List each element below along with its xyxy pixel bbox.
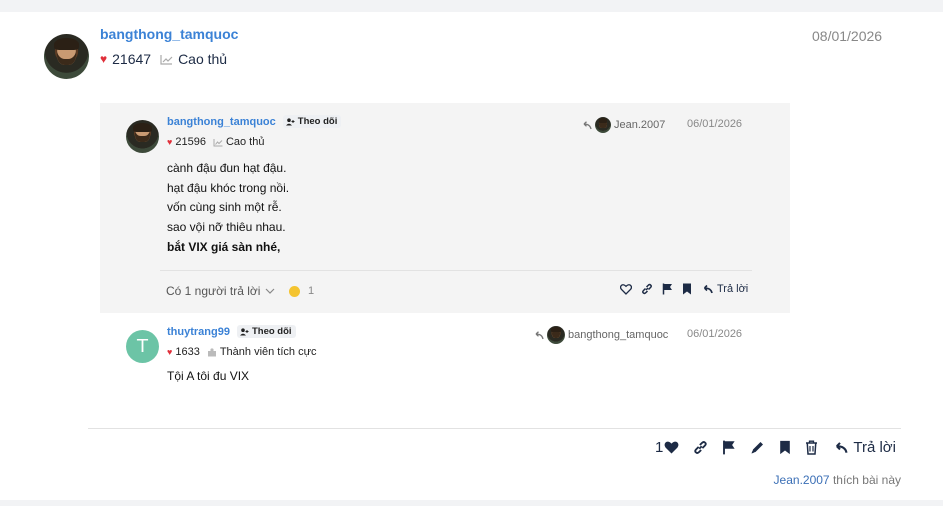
quote1-replies-label: Có 1 người trả lời [166,284,261,298]
post-card: bangthong_tamquoc ♥ 21647 Cao thủ 08/01/… [0,12,943,500]
trend-chart-icon [213,138,223,147]
quote1-follow-label: Theo dõi [297,116,338,127]
reply-arrow-icon [533,330,544,340]
quote1-username[interactable]: bangthong_tamquoc [167,116,276,128]
add-user-icon [285,117,295,125]
quote1-rank: Cao thủ [225,136,265,148]
quote2-reply-to-user[interactable]: bangthong_tamquoc [568,329,668,341]
link-icon[interactable] [693,440,708,455]
post-author-rank: Cao thủ [178,51,228,67]
quote1-follow-button[interactable]: Theo dõi [282,115,342,128]
quote1-header: bangthong_tamquoc Theo dõi [167,115,342,128]
quote2-date: 06/01/2026 [687,328,743,340]
post-author-stats: ♥ 21647 Cao thủ [100,51,227,67]
post-author-username[interactable]: bangthong_tamquoc [100,26,238,42]
reply-icon [836,442,848,453]
like-count: 1 [655,439,664,456]
quote1-reaction-count: 1 [308,285,315,297]
bookmark-icon[interactable] [682,283,692,295]
quote2-likes: 1633 [175,346,200,358]
trash-icon[interactable] [805,440,818,455]
reply-icon [703,284,713,294]
heart-icon: ♥ [167,347,173,357]
quoted-comment-1: bangthong_tamquoc Theo dõi ♥ 21596 Cao t… [100,103,790,313]
quote1-bold-line: bắt VIX giá sàn nhé, [167,239,281,254]
quote2-author-avatar[interactable]: T [126,330,159,363]
quote1-date: 06/01/2026 [687,118,743,130]
quote1-actions: Trả lời [620,283,748,295]
quote2-header: thuytrang99 Theo dõi [167,325,296,338]
heart-filled-icon [664,441,679,454]
heart-icon: ♥ [100,52,108,66]
quote1-likes: 21596 [175,136,206,148]
like-button[interactable]: 1 [655,439,679,456]
quote1-author-avatar[interactable] [126,120,159,153]
quote2-follow-button[interactable]: Theo dõi [236,325,296,338]
trend-chart-icon [160,54,173,65]
quote1-line: sao vội nỡ thiêu nhau. [167,220,286,235]
post-reply-button[interactable]: Trả lời [832,439,896,456]
quote2-reply-to[interactable]: bangthong_tamquoc [533,326,668,344]
bookmark-icon[interactable] [779,440,791,455]
post-actions: 1 Trả lời [655,439,896,456]
quote1-reply-label: Trả lời [717,283,749,295]
quote2-body: Tội A tôi đu VIX [167,369,250,383]
post-author-avatar[interactable] [44,34,89,79]
add-user-icon [239,327,249,335]
member-badge-icon [207,347,217,357]
smile-emoji-icon [289,285,300,297]
reply-arrow-icon [581,120,592,130]
flag-icon[interactable] [722,440,736,455]
quote1-reaction[interactable]: 1 [289,285,314,297]
quote1-divider [160,270,752,271]
post-author-likes: 21647 [112,51,152,67]
heart-icon: ♥ [167,137,173,147]
chevron-down-icon [265,288,275,294]
quote1-reply-button[interactable]: Trả lời [701,283,748,295]
quote2-username[interactable]: thuytrang99 [167,326,230,338]
post-footer-divider [88,428,901,429]
quote2-stats: ♥ 1633 Thành viên tích cực [167,346,316,358]
quote1-line: hạt đậu khóc trong nồi. [167,180,290,195]
quote1-replies-toggle[interactable]: Có 1 người trả lời [166,284,275,298]
quote1-stats: ♥ 21596 Cao thủ [167,136,264,148]
quote2-rank: Thành viên tích cực [219,346,317,358]
link-icon[interactable] [641,283,653,295]
quote1-reply-to[interactable]: Jean.2007 [581,117,665,133]
post-reply-label: Trả lời [853,439,896,456]
reply-to-avatar [547,326,565,344]
quote1-line: cành đậu đun hạt đậu. [167,161,287,175]
liked-by: Jean.2007 thích bài này [774,473,901,487]
heart-outline-icon[interactable] [620,283,632,295]
liked-by-suffix: thích bài này [832,473,901,487]
post-date: 08/01/2026 [812,28,883,44]
quote1-reply-to-user[interactable]: Jean.2007 [614,119,665,131]
flag-icon[interactable] [662,283,673,295]
edit-pencil-icon[interactable] [750,440,765,455]
reply-to-avatar [595,117,611,133]
quote1-body: cành đậu đun hạt đậu. hạt đậu khóc trong… [167,159,289,258]
liked-by-user[interactable]: Jean.2007 [774,473,830,487]
quote2-follow-label: Theo dõi [251,326,292,337]
quote1-line: vốn cùng sinh một rễ. [167,200,282,215]
